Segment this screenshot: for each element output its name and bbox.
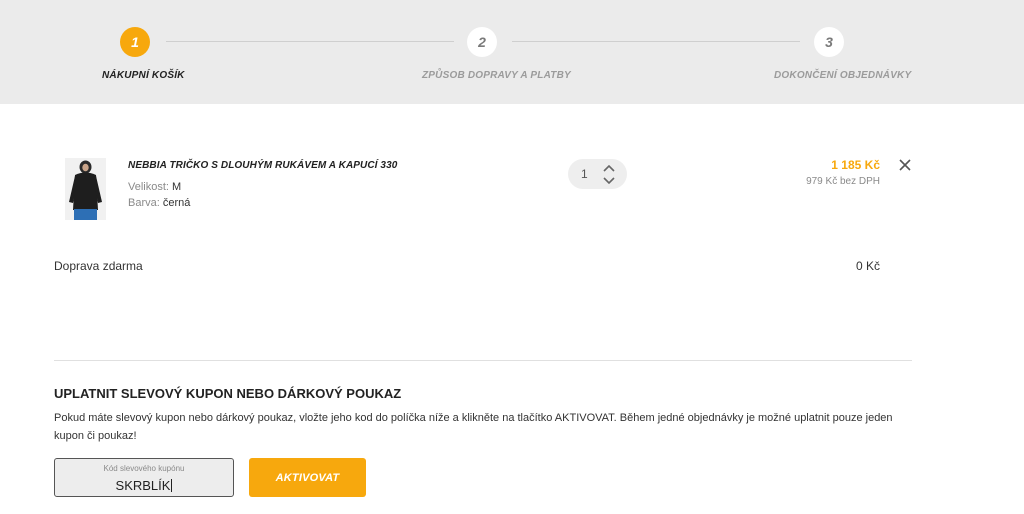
chevron-down-icon[interactable]: [602, 175, 616, 185]
color-value: černá: [162, 197, 191, 209]
checkout-steps: 1 2 3 Nákupní košík Způsob dopravy a pla…: [0, 0, 1024, 104]
shipping-price: 0 Kč: [855, 259, 880, 273]
product-image: [65, 158, 106, 220]
quantity-value[interactable]: 1: [581, 167, 588, 181]
item-price-net: 979 Kč bez DPH: [806, 176, 880, 187]
step-1-indicator: 1: [120, 27, 150, 57]
chevron-up-icon[interactable]: [602, 163, 616, 173]
step-3-label[interactable]: Dokončení objednávky: [774, 70, 911, 81]
step-3-indicator[interactable]: 3: [814, 27, 844, 57]
coupon-input-value-wrap[interactable]: SKRBLÍK: [55, 478, 233, 493]
step-2-label[interactable]: Způsob dopravy a platby: [422, 70, 571, 81]
coupon-description: Pokud máte slevový kupon nebo dárkový po…: [54, 412, 893, 442]
step-2-indicator[interactable]: 2: [467, 27, 497, 57]
close-icon[interactable]: [897, 157, 913, 173]
step-connector: [166, 41, 454, 42]
product-color: Barva: černá: [128, 197, 190, 209]
coupon-input-label: Kód slevového kupónu: [103, 464, 185, 473]
coupon-title: UPLATNIT SLEVOVÝ KUPON NEBO DÁRKOVÝ POUK…: [54, 386, 402, 401]
section-divider: [54, 360, 912, 361]
coupon-input[interactable]: Kód slevového kupónu SKRBLÍK: [54, 458, 234, 497]
product-size: Velikost: M: [128, 181, 181, 193]
step-1-label: Nákupní košík: [102, 70, 185, 81]
shipping-label: Doprava zdarma: [54, 259, 143, 273]
size-value: M: [172, 181, 182, 193]
activate-button[interactable]: Aktivovat: [249, 458, 366, 497]
step-connector: [512, 41, 800, 42]
text-caret: [171, 479, 173, 492]
coupon-input-value[interactable]: SKRBLÍK: [116, 478, 171, 493]
product-name[interactable]: NEBBIA TRIČKO S DLOUHÝM RUKÁVEM A KAPUCÍ…: [128, 160, 397, 171]
size-label: Velikost:: [128, 181, 169, 193]
product-thumbnail[interactable]: [65, 158, 106, 220]
quantity-stepper[interactable]: 1: [568, 159, 627, 189]
item-price: 1 185 Kč: [831, 158, 880, 172]
color-label: Barva:: [128, 197, 160, 209]
